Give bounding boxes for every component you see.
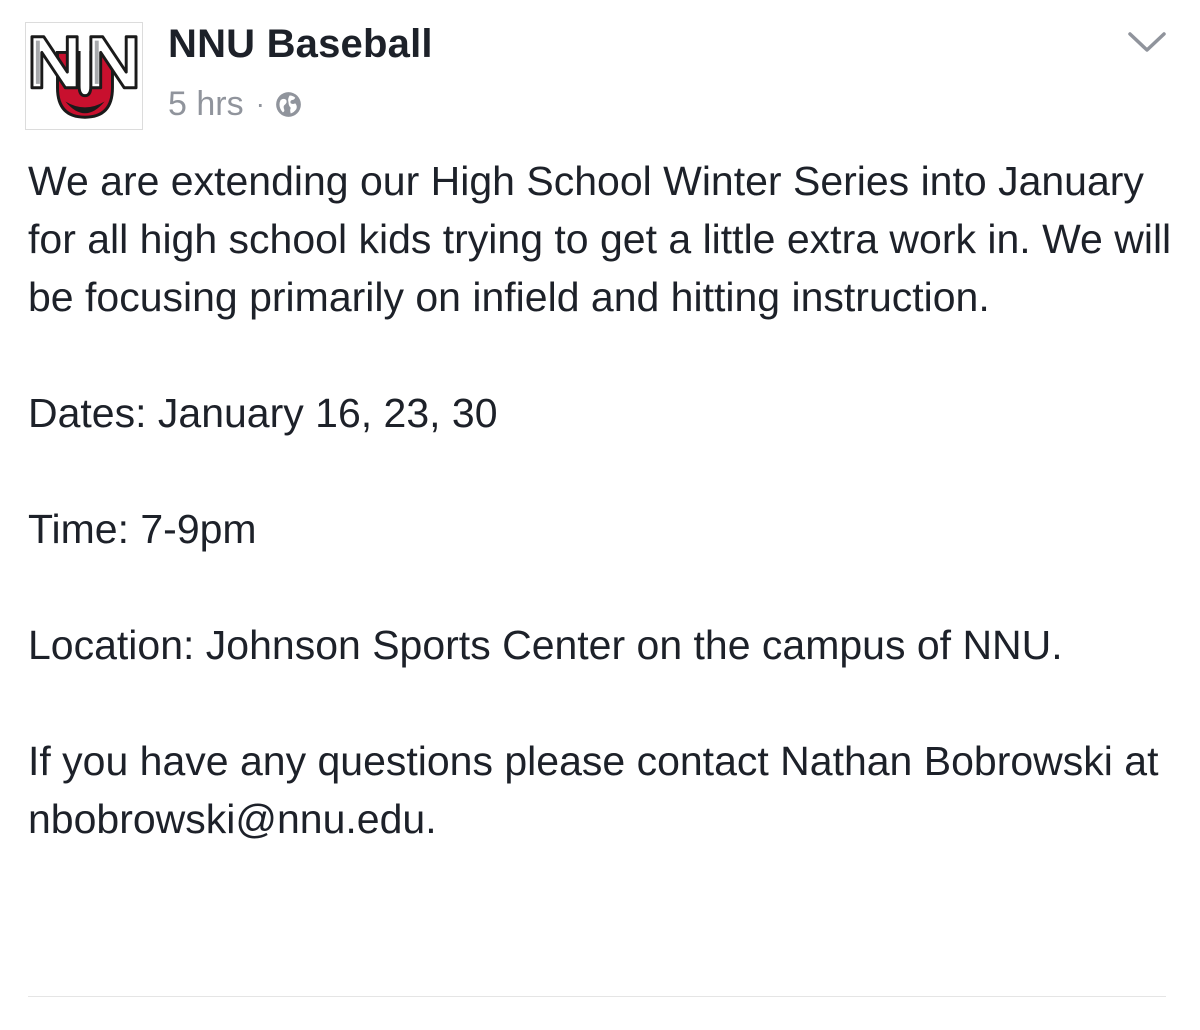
post-paragraph-location: Location: Johnson Sports Center on the c… xyxy=(28,622,1063,668)
nnu-logo-icon xyxy=(30,35,138,119)
post-paragraph-intro: We are extending our High School Winter … xyxy=(28,158,1172,320)
post-divider xyxy=(28,996,1166,997)
post-paragraph-contact: If you have any questions please contact… xyxy=(28,738,1159,842)
post-timestamp[interactable]: 5 hrs xyxy=(168,85,244,124)
post-paragraph-time: Time: 7-9pm xyxy=(28,506,257,552)
globe-icon[interactable] xyxy=(275,91,302,118)
meta-separator: · xyxy=(255,88,265,119)
chevron-down-icon[interactable] xyxy=(1126,24,1168,60)
post-body: We are extending our High School Winter … xyxy=(28,152,1178,848)
page-name-link[interactable]: NNU Baseball xyxy=(168,22,433,67)
post-paragraph-dates: Dates: January 16, 23, 30 xyxy=(28,390,498,436)
post-meta: 5 hrs · xyxy=(168,84,302,124)
facebook-post: NNU Baseball 5 hrs · We are extending ou… xyxy=(0,0,1200,1030)
page-avatar[interactable] xyxy=(25,22,143,130)
